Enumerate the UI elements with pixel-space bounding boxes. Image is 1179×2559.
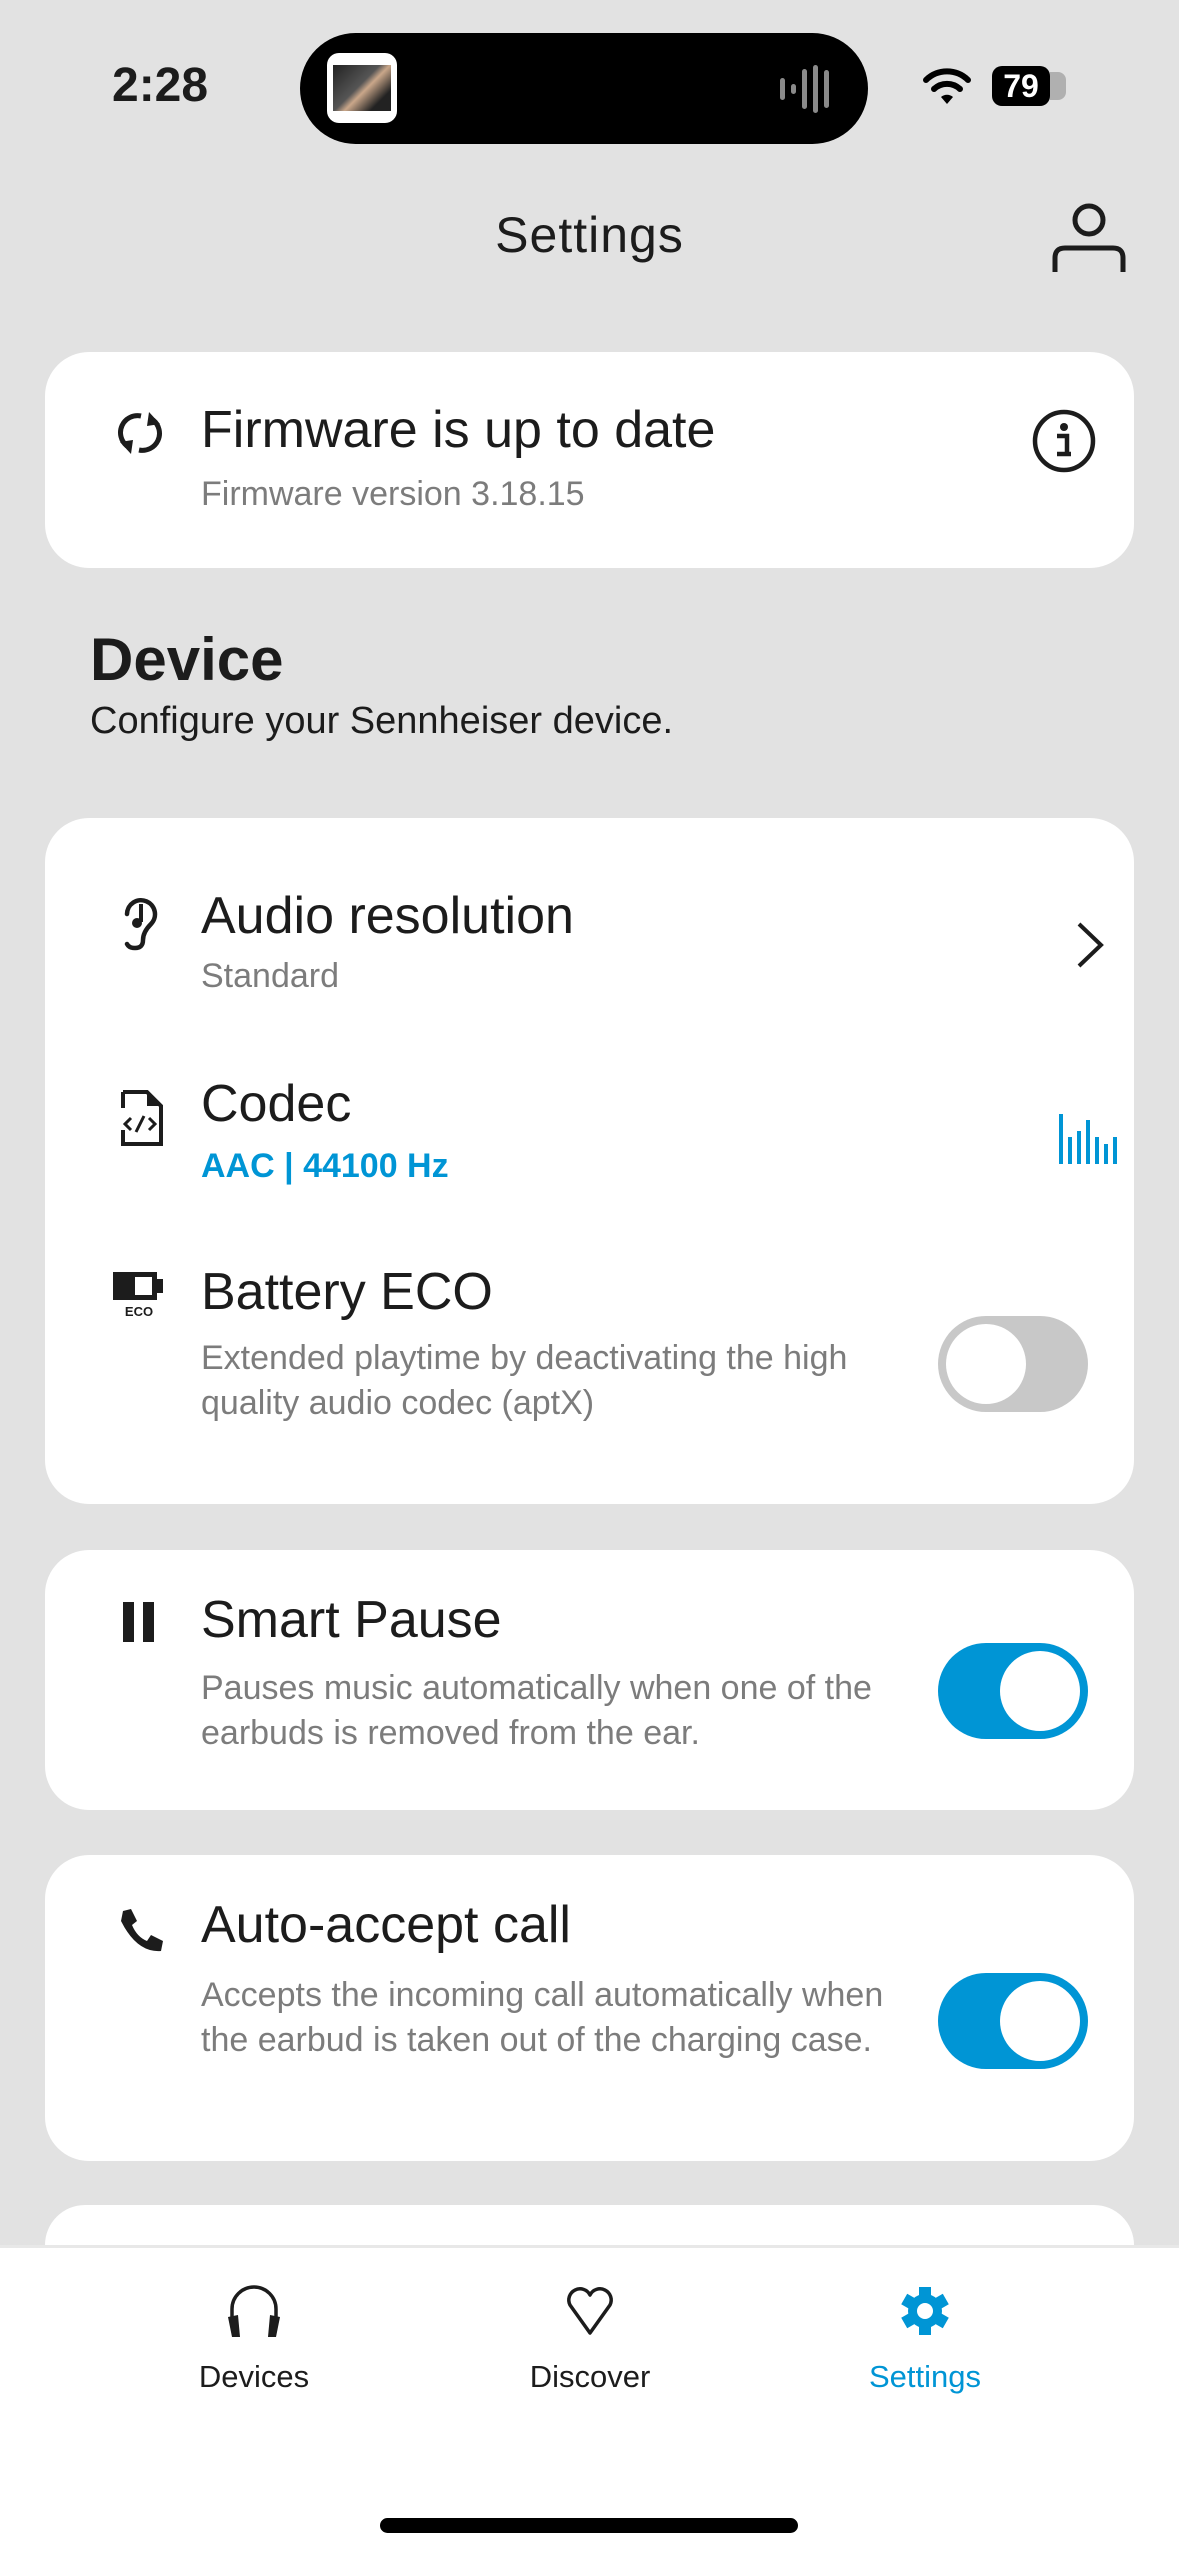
now-playing-album-art — [327, 53, 397, 123]
tab-devices[interactable]: Devices — [104, 2283, 404, 2395]
audio-resolution-title: Audio resolution — [201, 887, 574, 945]
smart-pause-title: Smart Pause — [201, 1591, 502, 1649]
device-card: Audio resolution Standard Codec AAC | 44… — [45, 818, 1134, 1504]
chevron-right-icon — [1075, 920, 1105, 970]
audio-waveform-icon — [780, 65, 840, 113]
smart-pause-description: Pauses music automatically when one of t… — [201, 1669, 872, 1752]
gear-icon — [775, 2283, 1075, 2339]
tab-settings[interactable]: Settings — [775, 2283, 1075, 2395]
battery-eco-icon: ECO — [111, 1270, 167, 1319]
battery-icon: 79 — [992, 66, 1050, 106]
codec-title: Codec — [201, 1075, 352, 1133]
code-file-icon — [119, 1090, 165, 1146]
auto-accept-title: Auto-accept call — [201, 1896, 571, 1954]
battery-cap — [1050, 72, 1066, 100]
battery-eco-toggle[interactable] — [938, 1316, 1088, 1412]
firmware-version: Firmware version 3.18.15 — [201, 475, 585, 513]
heart-icon — [440, 2283, 740, 2339]
info-icon[interactable] — [1031, 408, 1097, 474]
tab-label: Settings — [868, 2359, 981, 2394]
sync-icon — [117, 408, 163, 458]
battery-eco-row: ECO Battery ECO Extended playtime by dea… — [45, 1198, 1134, 1504]
dynamic-island[interactable] — [300, 33, 868, 144]
audio-resolution-value: Standard — [201, 957, 339, 995]
smart-pause-toggle[interactable] — [938, 1643, 1088, 1739]
smart-pause-card: Smart Pause Pauses music automatically w… — [45, 1550, 1134, 1810]
person-icon[interactable] — [1050, 200, 1128, 278]
pause-icon — [121, 1600, 159, 1644]
firmware-card[interactable]: Firmware is up to date Firmware version … — [45, 352, 1134, 568]
codec-row: Codec AAC | 44100 Hz — [45, 1008, 1134, 1198]
home-indicator[interactable] — [380, 2518, 798, 2533]
page-title: Settings — [495, 207, 684, 263]
auto-accept-description: Accepts the incoming call automatically … — [201, 1976, 884, 2059]
tab-discover[interactable]: Discover — [440, 2283, 740, 2395]
tab-label: Devices — [198, 2359, 310, 2394]
status-time: 2:28 — [112, 59, 209, 112]
auto-accept-toggle[interactable] — [938, 1973, 1088, 2069]
section-title: Device — [90, 626, 284, 693]
section-subtitle: Configure your Sennheiser device. — [90, 700, 674, 742]
audio-resolution-row[interactable]: Audio resolution Standard — [45, 818, 1134, 1008]
ear-icon — [119, 892, 163, 952]
headphones-icon — [104, 2283, 404, 2339]
tab-label: Discover — [529, 2359, 651, 2394]
tab-bar: Devices Discover Settings — [0, 2245, 1179, 2559]
firmware-status: Firmware is up to date — [201, 401, 716, 459]
auto-accept-card: Auto-accept call Accepts the incoming ca… — [45, 1855, 1134, 2161]
wifi-icon — [922, 66, 972, 106]
battery-eco-description: Extended playtime by deactivating the hi… — [201, 1339, 848, 1422]
equalizer-bars-icon — [1057, 1112, 1117, 1166]
phone-icon — [117, 1907, 165, 1955]
battery-eco-title: Battery ECO — [201, 1263, 493, 1321]
battery-eco-icon-label: ECO — [124, 1304, 154, 1319]
codec-value: AAC | 44100 Hz — [201, 1147, 449, 1185]
